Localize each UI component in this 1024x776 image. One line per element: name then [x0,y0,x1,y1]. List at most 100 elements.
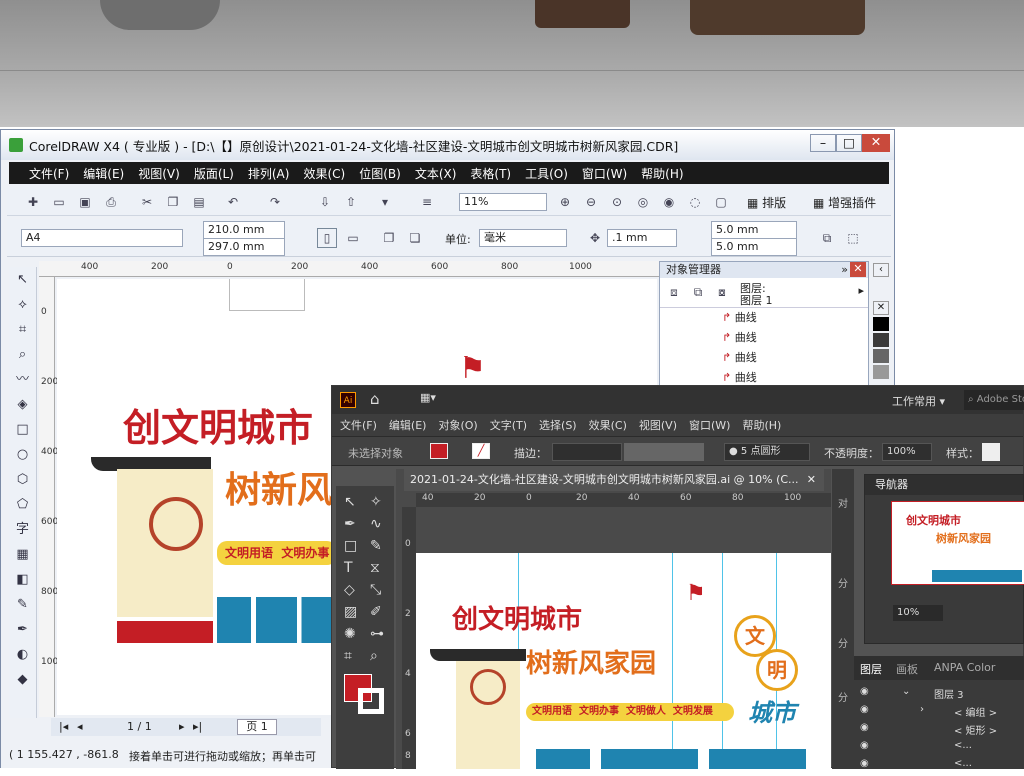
pencil-tool-icon[interactable]: ✎ [370,538,382,554]
full-screen-icon[interactable]: ▢ [711,192,731,212]
outline-tool-icon[interactable]: ✒ [9,617,36,642]
symbol-sprayer-icon[interactable]: ✺ [344,626,356,642]
eyedropper-icon[interactable]: ✎ [9,592,36,617]
ai-menu-object[interactable]: 对象(O) [438,417,477,433]
eye-icon[interactable]: ◉ [860,722,869,733]
eye-icon[interactable]: ◉ [860,758,869,769]
nudge-field[interactable]: .1 mm [607,229,677,247]
layer-row[interactable]: ◉ < 矩形 > [854,722,1024,740]
eye-icon[interactable]: ◉ [860,686,869,697]
menu-arrange[interactable]: 排列(A) [248,165,290,182]
ai-menu-window[interactable]: 窗口(W) [689,417,730,433]
print-icon[interactable]: ⎙ [101,192,121,212]
expand-icon[interactable]: › [920,704,924,715]
eyedropper-tool-icon[interactable]: ✐ [370,604,382,620]
menu-layout[interactable]: 版面(L) [194,165,234,182]
magic-wand-icon[interactable]: ✧ [370,494,382,510]
eye-icon[interactable]: ◉ [860,740,869,751]
zoom-tool-icon[interactable]: ⌕ [9,342,36,367]
interactive-blend-icon[interactable]: ◧ [9,567,36,592]
minimize-button[interactable]: – [810,134,836,152]
ai-menu-view[interactable]: 视图(V) [639,417,677,433]
menu-bitmaps[interactable]: 位图(B) [359,165,401,182]
navigator-thumbnail[interactable]: 创文明城市 树新风家园 [891,501,1024,585]
export-icon[interactable]: ⇧ [341,192,361,212]
gradient-tool-icon[interactable]: ▨ [344,604,357,620]
object-item[interactable]: ↱ 曲线 [722,308,868,328]
object-item[interactable]: ↱ 曲线 [722,328,868,348]
text-tool-icon[interactable]: 字 [9,517,36,542]
page-size-select[interactable]: A4 [21,229,183,247]
swatch-mid[interactable] [873,365,889,379]
edit-across-layers-icon[interactable]: ⧉ [688,282,708,302]
layer-row[interactable]: ◉ <... [854,740,1024,758]
unit-select[interactable]: 毫米 [479,229,567,247]
variable-width-select[interactable] [624,443,704,461]
shape-tool-icon[interactable]: ⟡ [9,292,36,317]
page-tab[interactable]: 页 1 [237,719,277,735]
first-page-icon[interactable]: |◂ [59,718,68,736]
brush-select[interactable]: ● 5 点圆形 [724,443,810,461]
layer-manager-icon[interactable]: ⧇ [712,282,732,302]
freehand-tool-icon[interactable]: 〰 [9,367,36,392]
eye-icon[interactable]: ◉ [860,704,869,715]
tab-artboards[interactable]: 画板 [896,661,918,677]
side-panel-label[interactable]: 分 [838,575,848,590]
tab-layers[interactable]: 图层 [860,661,882,677]
layer-row[interactable]: ◉ › < 编组 > [854,704,1024,722]
ai-doc-tab[interactable]: 2021-01-24-文化墙-社区建设-文明城市创文明城市树新风家园.ai @ … [404,469,824,491]
menu-tools[interactable]: 工具(O) [525,165,568,182]
eraser-tool-icon[interactable]: ◇ [344,582,355,598]
menu-table[interactable]: 表格(T) [470,165,511,182]
ai-menu-edit[interactable]: 编辑(E) [389,417,427,433]
swatch-gray[interactable] [873,349,889,363]
maximize-button[interactable]: □ [836,134,862,152]
swatch-dark[interactable] [873,333,889,347]
side-panel-label[interactable]: 分 [838,689,848,704]
tab-close-icon[interactable]: ✕ [807,469,816,491]
smart-fill-icon[interactable]: ◈ [9,392,36,417]
swatch-black[interactable] [873,317,889,331]
menu-file[interactable]: 文件(F) [29,165,69,182]
side-panel-label[interactable]: 对 [838,495,848,510]
rectangle-tool-icon[interactable]: □ [344,538,357,554]
panel-collapse-icon[interactable]: » [841,262,848,278]
fill-tool-icon[interactable]: ◐ [9,642,36,667]
layer-row[interactable]: ◉ ⌄ 图层 3 [854,686,1024,704]
ai-menu-file[interactable]: 文件(F) [340,417,377,433]
save-icon[interactable]: ▣ [75,192,95,212]
navigator-zoom-field[interactable]: 10% [893,605,943,621]
panel-menu-icon[interactable]: ▸ [858,284,864,297]
next-page-icon[interactable]: ▸ [179,718,185,736]
zoom-tool-icon[interactable]: ⌕ [370,648,378,664]
import-icon[interactable]: ⇩ [315,192,335,212]
all-pages-icon[interactable]: ❐ [379,228,399,248]
artboard-tool-icon[interactable]: ⌗ [344,648,352,664]
undo-icon[interactable]: ↶ [223,192,243,212]
type-tool-icon[interactable]: T [344,560,353,576]
zoom-height-icon[interactable]: ◌ [685,192,705,212]
selection-tool-icon[interactable]: ↖ [344,494,356,510]
open-icon[interactable]: ▭ [49,192,69,212]
palette-arrow-icon[interactable]: ‹ [873,263,889,277]
interactive-fill-icon[interactable]: ◆ [9,667,36,692]
last-page-icon[interactable]: ▸| [193,718,202,736]
tab-anpa-color[interactable]: ANPA Color [934,661,995,674]
ai-artboard[interactable]: 创文明城市 树新风家园 ⚑ 文 明 文明用语 文明办事 文明做人 文明发展 城市 [416,553,831,769]
ai-menu-help[interactable]: 帮助(H) [742,417,781,433]
treat-as-filled-icon[interactable]: ⬚ [843,228,863,248]
show-properties-icon[interactable]: ⧈ [664,282,684,302]
duplicate-y-field[interactable]: 5.0 mm [711,238,797,256]
rectangle-tool-icon[interactable]: □ [9,417,36,442]
duplicate-x-field[interactable]: 5.0 mm [711,221,797,239]
close-button[interactable]: ✕ [862,134,890,152]
panel-close-icon[interactable]: ✕ [850,262,866,277]
blend-tool-icon[interactable]: ⊶ [370,626,384,642]
menu-effects[interactable]: 效果(C) [303,165,345,182]
curvature-tool-icon[interactable]: ∿ [370,516,382,532]
prev-page-icon[interactable]: ◂ [77,718,83,736]
paste-icon[interactable]: ▤ [189,192,209,212]
expand-icon[interactable]: ⌄ [902,686,910,697]
zoom-level-select[interactable]: 11% [459,193,547,211]
navigator-title[interactable]: 导航器 [865,475,1023,495]
